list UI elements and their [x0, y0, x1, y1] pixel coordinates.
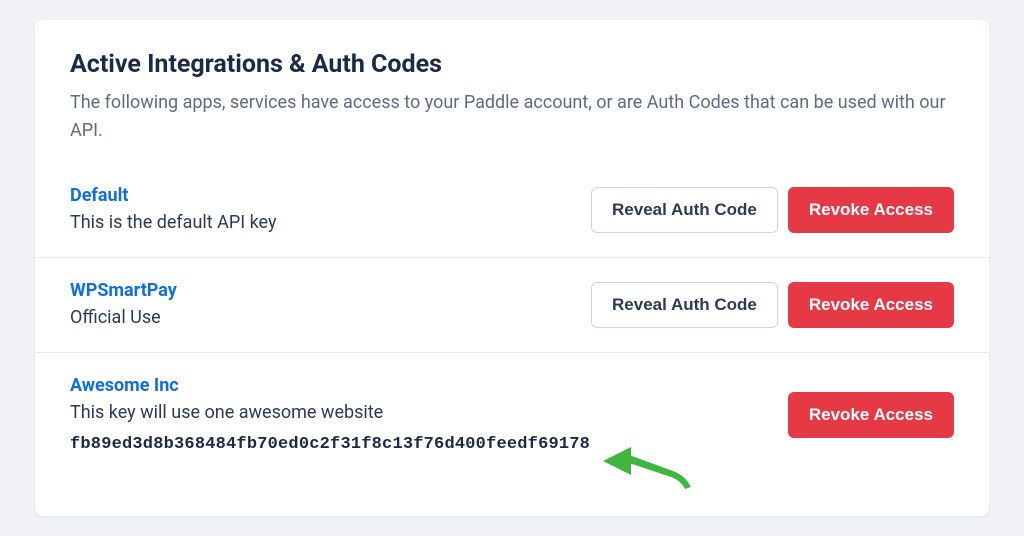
reveal-auth-code-button[interactable]: Reveal Auth Code [591, 282, 778, 328]
integration-actions: Reveal Auth Code Revoke Access [591, 187, 954, 233]
revoke-access-button[interactable]: Revoke Access [788, 282, 954, 328]
integration-description: This is the default API key [70, 210, 591, 235]
integration-actions: Reveal Auth Code Revoke Access [591, 282, 954, 328]
integration-name-link[interactable]: Awesome Inc [70, 375, 788, 396]
reveal-auth-code-button[interactable]: Reveal Auth Code [591, 187, 778, 233]
integration-description: Official Use [70, 305, 591, 330]
panel-header: Active Integrations & Auth Codes The fol… [35, 50, 989, 163]
integration-row: Awesome Inc This key will use one awesom… [35, 352, 989, 476]
integration-row: WPSmartPay Official Use Reveal Auth Code… [35, 257, 989, 352]
revoke-access-button[interactable]: Revoke Access [788, 187, 954, 233]
integration-description: This key will use one awesome website [70, 400, 788, 425]
integration-info: Default This is the default API key [70, 185, 591, 235]
integration-name-link[interactable]: WPSmartPay [70, 280, 591, 301]
integration-name-link[interactable]: Default [70, 185, 591, 206]
revoke-access-button[interactable]: Revoke Access [788, 392, 954, 438]
section-description: The following apps, services have access… [70, 89, 954, 145]
integrations-panel: Active Integrations & Auth Codes The fol… [35, 20, 989, 516]
integration-info: WPSmartPay Official Use [70, 280, 591, 330]
integration-row: Default This is the default API key Reve… [35, 163, 989, 257]
integration-info: Awesome Inc This key will use one awesom… [70, 375, 788, 454]
section-title: Active Integrations & Auth Codes [70, 50, 954, 79]
auth-code-value: fb89ed3d8b368484fb70ed0c2f31f8c13f76d400… [70, 435, 788, 454]
integration-actions: Revoke Access [788, 392, 954, 438]
